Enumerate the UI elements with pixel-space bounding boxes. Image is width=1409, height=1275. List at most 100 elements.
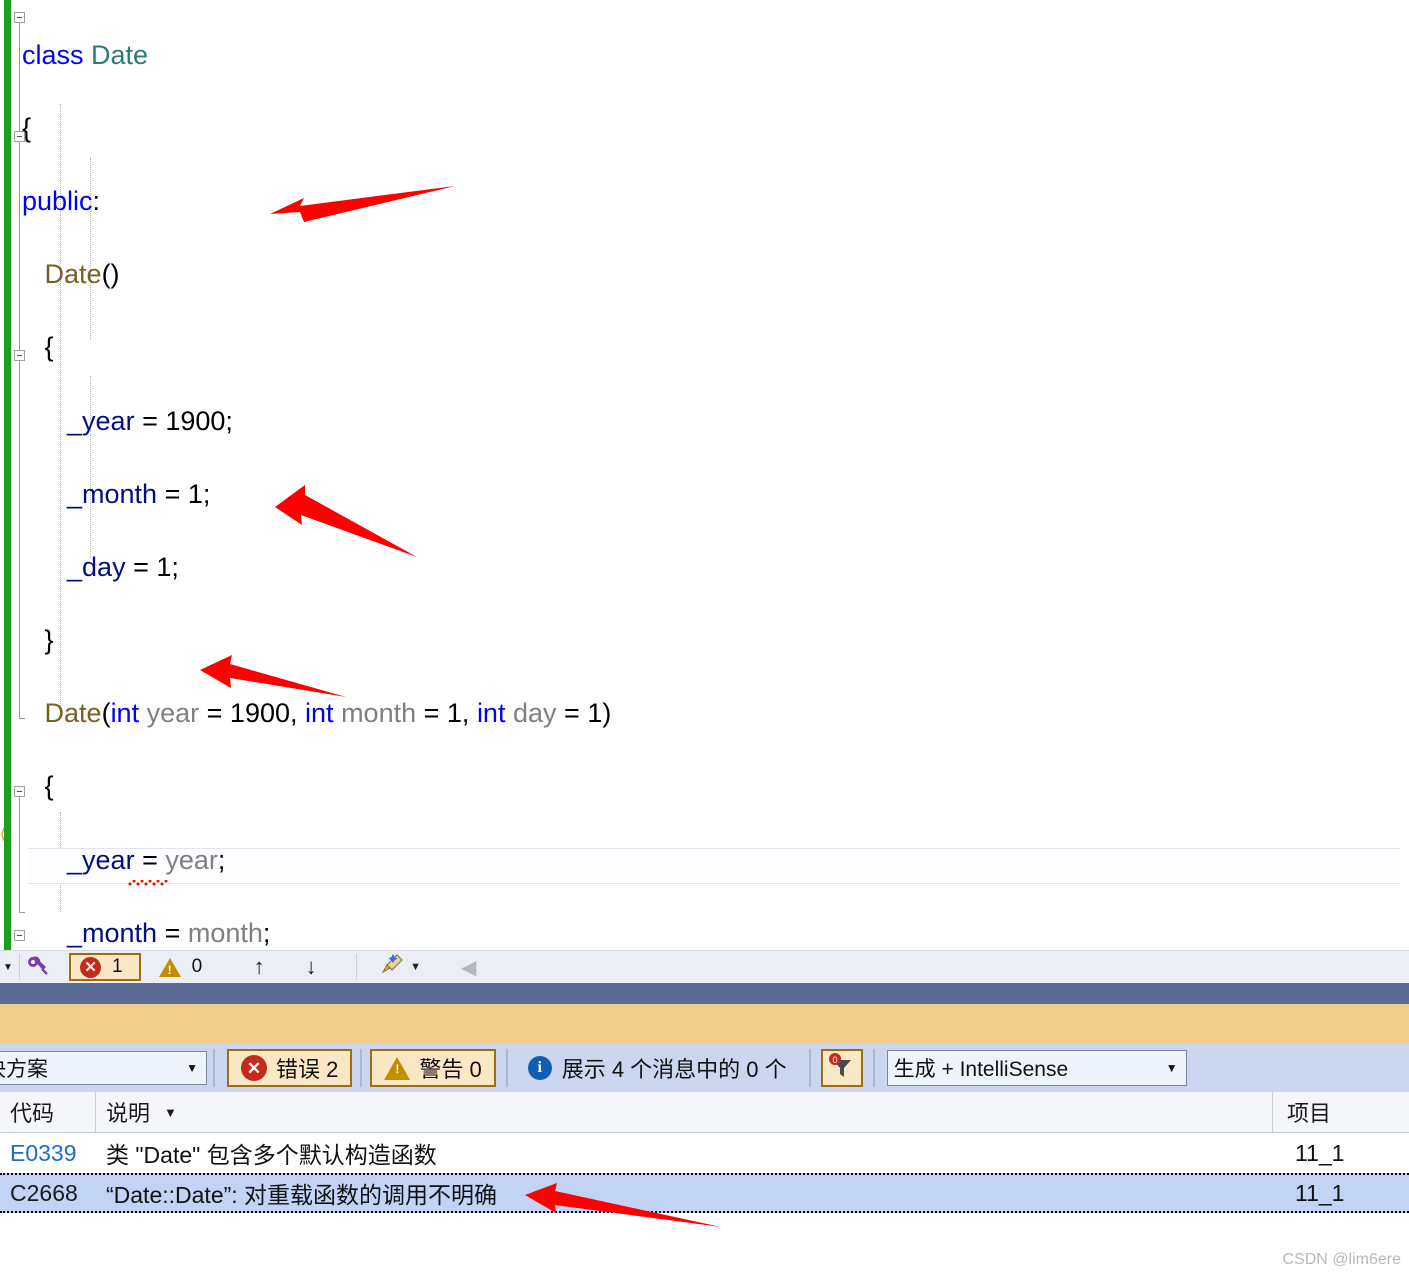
- token-keyword-int: int: [476, 698, 506, 729]
- token-ctor-date: Date: [44, 698, 102, 729]
- toolbar-separator: [19, 954, 20, 980]
- token-brace: {: [44, 332, 54, 363]
- next-issue-button[interactable]: ↓: [294, 954, 328, 980]
- code-line[interactable]: _year = 1900;: [22, 403, 1409, 440]
- token-number-1: 1: [587, 698, 603, 729]
- editor-warning-count: 0: [191, 956, 203, 977]
- watermark: CSDN @lim6ere: [1282, 1251, 1401, 1268]
- token-keyword-public: public: [22, 185, 93, 216]
- code-line[interactable]: class Date: [22, 37, 1409, 74]
- code-line[interactable]: public:: [22, 183, 1409, 220]
- token-param-day: day: [512, 698, 557, 729]
- token-ctor-date: Date: [44, 259, 102, 290]
- token-member-year: _year: [67, 405, 135, 436]
- column-header-code[interactable]: 代码: [0, 1092, 96, 1132]
- panel-divider-orange: [0, 1004, 1409, 1044]
- row-code: C2668: [10, 1179, 78, 1206]
- warning-icon: [384, 1056, 411, 1080]
- token-number-1: 1: [156, 551, 172, 582]
- code-line[interactable]: {: [22, 329, 1409, 366]
- column-header-code-label: 代码: [10, 1101, 55, 1126]
- column-header-description-label: 说明: [106, 1101, 151, 1126]
- warning-icon: [158, 957, 181, 977]
- editor-error-navigation-toolbar[interactable]: ▼ ✕ 1 0 ↑ ↓ ▼ ◀: [0, 950, 1409, 983]
- code-line[interactable]: _day = 1;: [22, 549, 1409, 586]
- row-project: 11_1: [1295, 1179, 1345, 1206]
- messages-filter-button[interactable]: i 展示 4 个消息中的 0 个: [518, 1049, 797, 1087]
- outline-line-test: [19, 797, 21, 912]
- outline-line-class: [19, 23, 21, 718]
- column-header-project[interactable]: 项目: [1273, 1092, 1409, 1132]
- toolbar-separator: [505, 1049, 508, 1087]
- row-description: 类 "Date" 包含多个默认构造函数: [106, 1142, 437, 1168]
- token-number-1900: 1900: [165, 405, 226, 436]
- error-list-header[interactable]: 代码 说明 ▼ 项目: [0, 1092, 1409, 1133]
- row-project: 11_1: [1295, 1139, 1345, 1166]
- toolbar-separator: [213, 1049, 215, 1087]
- build-filter-value: 生成 + IntelliSense: [893, 1058, 1069, 1081]
- broom-icon[interactable]: [378, 952, 408, 982]
- scope-filter-dropdown[interactable]: 决方案 ▼: [0, 1051, 207, 1085]
- token-paren-open: (: [101, 698, 111, 729]
- token-type-date: Date: [91, 39, 149, 70]
- row-code: E0339: [10, 1139, 77, 1166]
- code-line[interactable]: _month = 1;: [22, 476, 1409, 513]
- code-text[interactable]: class Date { public: Date() { _year = 19…: [22, 0, 1409, 950]
- panel-divider-blue: [0, 983, 1409, 1004]
- broom-dropdown-icon[interactable]: ▼: [410, 961, 421, 973]
- warnings-filter-label: 警告 0: [419, 1057, 482, 1082]
- change-indicator-bar: [4, 0, 11, 950]
- token-member-month: _month: [67, 478, 158, 509]
- table-row[interactable]: C2668 “Date::Date”: 对重载函数的调用不明确 11_1: [0, 1173, 1409, 1213]
- code-line[interactable]: _year = year;: [22, 842, 1409, 879]
- chevron-down-icon: ▼: [1165, 1061, 1178, 1075]
- filter-icon[interactable]: 0: [820, 1049, 863, 1087]
- token-keyword-int: int: [110, 698, 140, 729]
- error-list-panel[interactable]: 决方案 ▼ ✕ 错误 2 警告 0 i 展示 4 个消息中的 0 个 0: [0, 1044, 1409, 1275]
- svg-text:0: 0: [832, 1055, 837, 1065]
- table-row[interactable]: E0339 类 "Date" 包含多个默认构造函数 11_1: [0, 1133, 1409, 1173]
- token-keyword-int: int: [305, 698, 334, 729]
- prev-issue-button[interactable]: ↑: [242, 954, 276, 980]
- editor-error-count-badge[interactable]: ✕ 1: [69, 953, 141, 981]
- editor-error-count: 1: [112, 956, 123, 977]
- code-editor[interactable]: class Date { public: Date() { _year = 19…: [0, 0, 1409, 950]
- code-line[interactable]: _month = month;: [22, 915, 1409, 950]
- code-line[interactable]: Date(): [22, 256, 1409, 293]
- error-icon: ✕: [241, 1055, 267, 1081]
- token-brace: }: [44, 625, 54, 656]
- code-line[interactable]: Date(int year = 1900, int month = 1, int…: [22, 695, 1409, 732]
- warnings-filter-button[interactable]: 警告 0: [370, 1049, 496, 1087]
- column-header-description[interactable]: 说明 ▼: [96, 1092, 1273, 1132]
- toolbar-separator: [356, 954, 358, 980]
- token-number-1: 1: [446, 698, 462, 729]
- errors-filter-button[interactable]: ✕ 错误 2: [227, 1049, 353, 1087]
- code-line[interactable]: {: [22, 768, 1409, 805]
- scroll-back-icon[interactable]: ◀: [461, 955, 476, 980]
- token-brace: {: [44, 771, 54, 802]
- chevron-down-icon: ▼: [186, 1061, 198, 1075]
- wrench-icon[interactable]: [23, 953, 53, 981]
- token-paren-close: ): [602, 698, 612, 729]
- errors-filter-label: 错误 2: [276, 1057, 339, 1082]
- token-param-month: month: [187, 917, 263, 948]
- token-parens: (): [101, 259, 120, 290]
- row-description: “Date::Date”: 对重载函数的调用不明确: [106, 1182, 498, 1208]
- editor-warning-count-badge[interactable]: 0: [153, 953, 213, 981]
- toolbar-separator: [872, 1049, 875, 1087]
- build-filter-dropdown[interactable]: 生成 + IntelliSense ▼: [886, 1050, 1187, 1086]
- token-member-year: _year: [67, 844, 135, 875]
- margin-glyph-icon: ⟨: [0, 826, 6, 843]
- toolbar-overflow-caret-icon[interactable]: ▼: [0, 962, 16, 973]
- code-line[interactable]: }: [22, 622, 1409, 659]
- error-squiggle: [128, 880, 168, 886]
- token-param-month: month: [341, 698, 417, 729]
- column-header-project-label: 项目: [1287, 1101, 1332, 1126]
- token-param-year: year: [165, 844, 218, 875]
- token-keyword-class: class: [22, 39, 84, 70]
- token-brace: {: [22, 112, 32, 143]
- code-line[interactable]: {: [22, 110, 1409, 147]
- messages-filter-label: 展示 4 个消息中的 0 个: [561, 1057, 787, 1082]
- info-icon: i: [527, 1056, 552, 1080]
- error-list-toolbar[interactable]: 决方案 ▼ ✕ 错误 2 警告 0 i 展示 4 个消息中的 0 个 0: [0, 1044, 1409, 1092]
